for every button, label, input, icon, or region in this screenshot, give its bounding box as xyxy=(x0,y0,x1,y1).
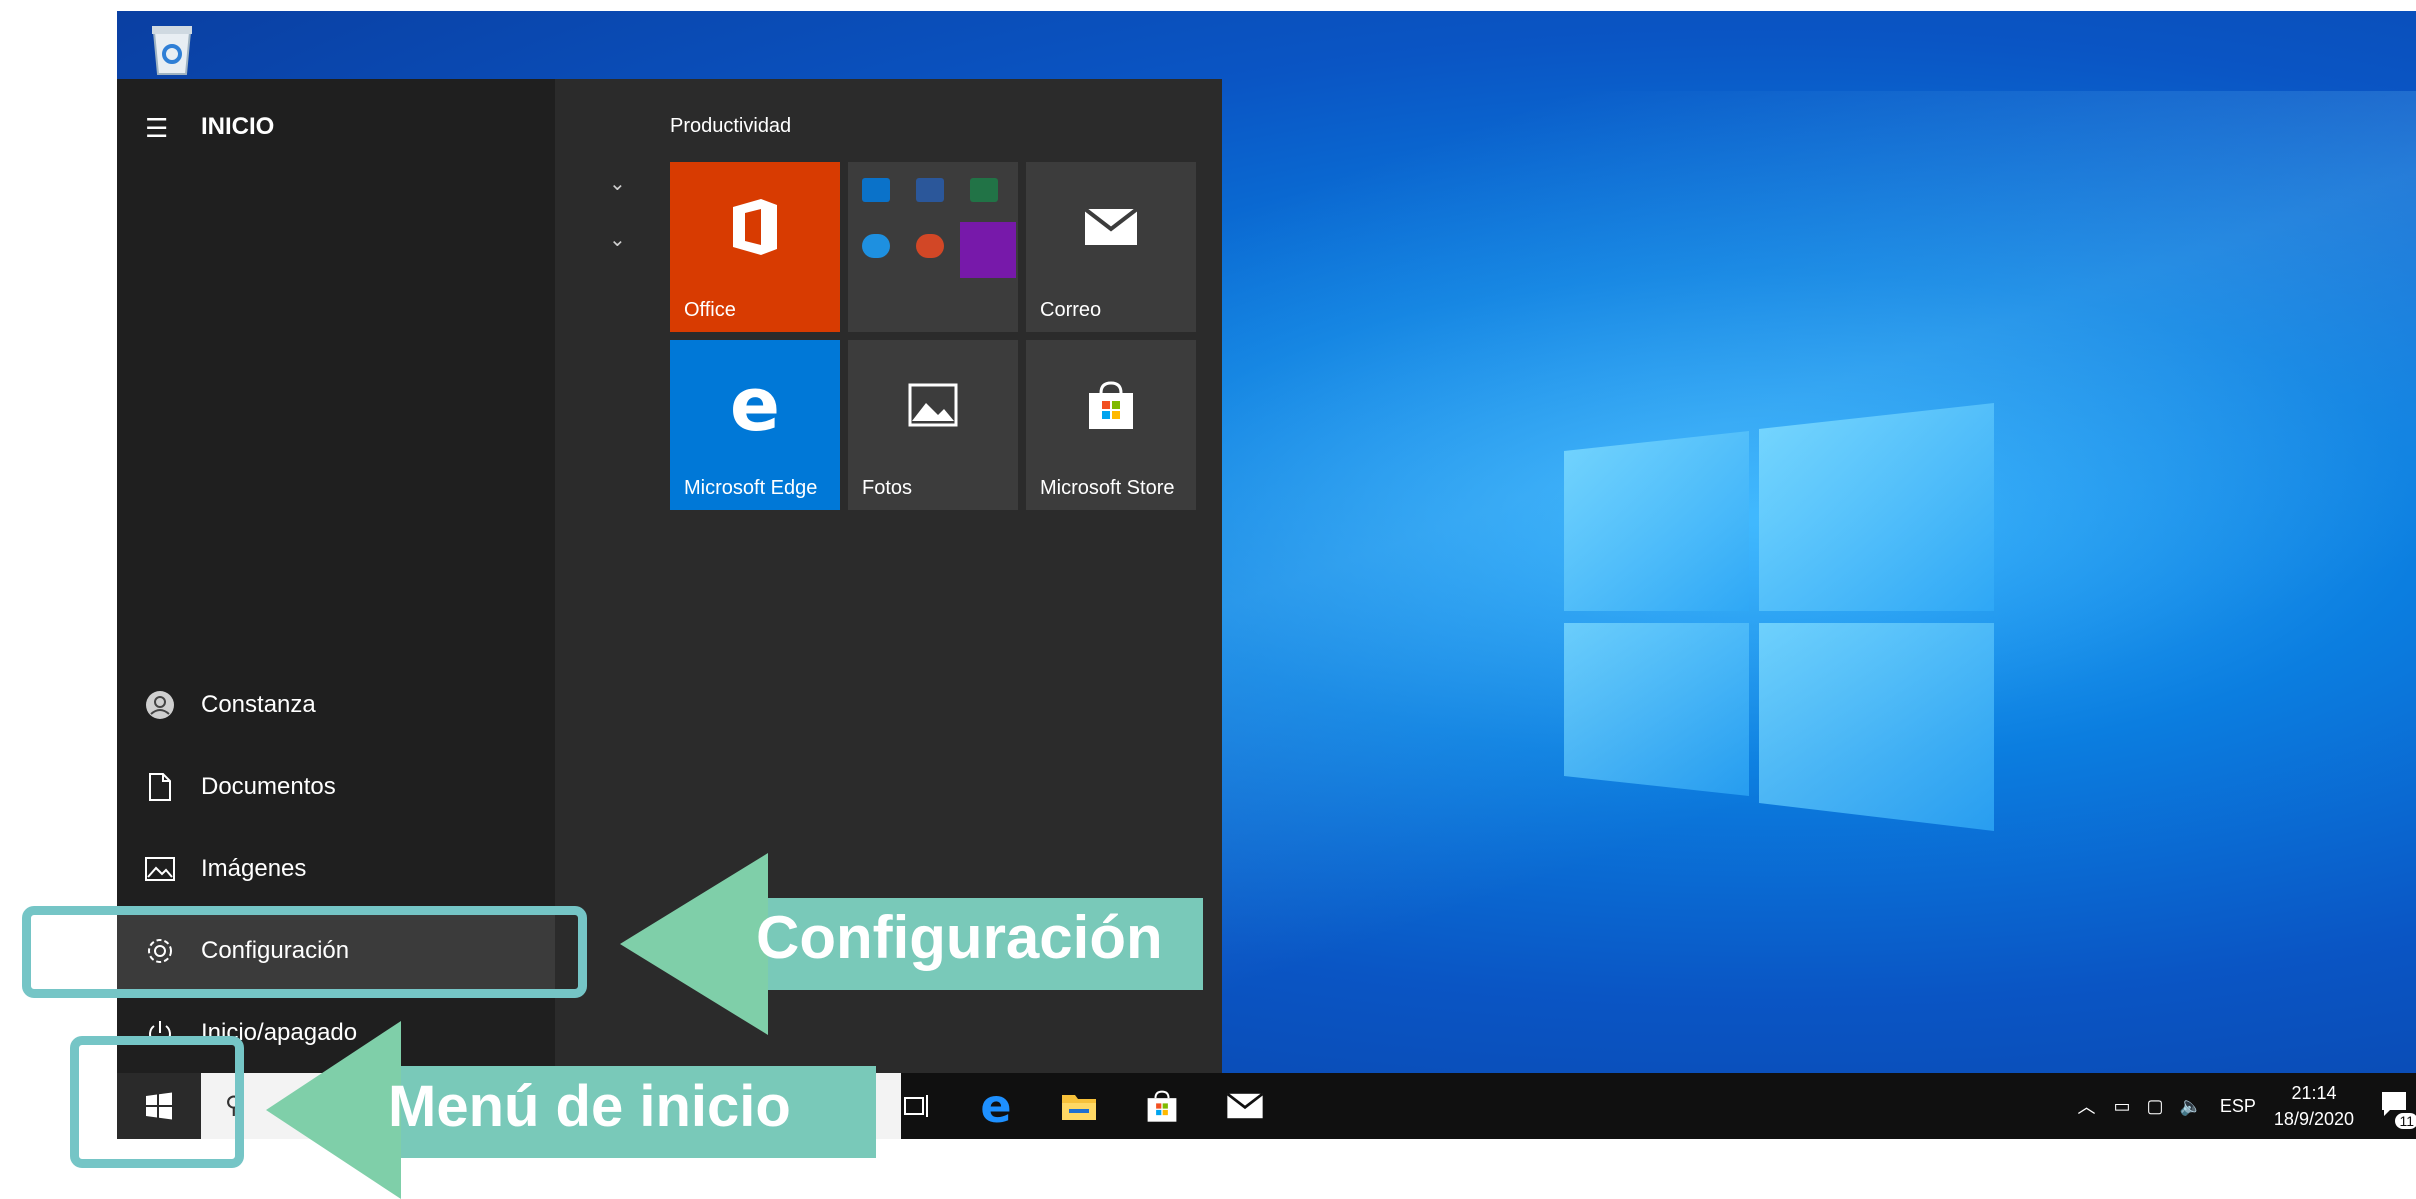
settings-highlight xyxy=(22,906,587,998)
photos-icon xyxy=(848,340,1018,470)
tile-group-title: Productividad xyxy=(670,115,792,137)
language-indicator[interactable]: ESP xyxy=(2220,1096,2256,1117)
store-icon xyxy=(1026,340,1196,470)
rail-item-documents[interactable]: Documentos xyxy=(117,748,555,826)
excel-icon xyxy=(970,178,998,202)
settings-callout: Configuración xyxy=(756,904,1163,971)
store-taskbar-icon[interactable] xyxy=(1132,1073,1192,1139)
volume-icon[interactable]: 🔈 xyxy=(2179,1096,2201,1117)
mail-taskbar-icon[interactable] xyxy=(1215,1073,1275,1139)
rail-item-pictures[interactable]: Imágenes xyxy=(117,830,555,908)
tile-mail[interactable]: Correo xyxy=(1026,162,1196,332)
task-view-icon[interactable] xyxy=(887,1073,947,1139)
tile-store[interactable]: Microsoft Store xyxy=(1026,340,1196,510)
clock-date: 18/9/2020 xyxy=(2273,1109,2354,1129)
rail-item-label: Imágenes xyxy=(201,855,307,882)
tile-photos[interactable]: Fotos xyxy=(848,340,1018,510)
windows-logo-wallpaper xyxy=(1564,403,1994,831)
pictures-icon xyxy=(145,857,175,881)
clock[interactable]: 21:14 18/9/2020 xyxy=(2274,1080,2354,1132)
tile-label: Microsoft Edge xyxy=(684,477,818,499)
chevron-down-icon[interactable]: ⌄ xyxy=(609,171,626,196)
powerpoint-icon xyxy=(916,234,944,258)
word-icon xyxy=(916,178,944,202)
notification-count: 11 xyxy=(2395,1112,2416,1129)
clock-time: 21:14 xyxy=(2291,1083,2337,1103)
mail-icon xyxy=(1026,162,1196,292)
tile-label: Correo xyxy=(1040,299,1102,321)
notifications-icon[interactable]: 11 xyxy=(2380,1090,2416,1129)
edge-icon: e xyxy=(729,362,781,448)
tile-office-apps-folder[interactable] xyxy=(848,162,1018,332)
tile-office[interactable]: Office xyxy=(670,162,840,332)
tile-label: Office xyxy=(684,299,736,321)
user-icon xyxy=(145,690,175,720)
chevron-up-icon[interactable]: ︿ xyxy=(2077,1093,2095,1119)
chevron-down-icon[interactable]: ⌄ xyxy=(609,227,626,252)
document-icon xyxy=(145,772,175,802)
tile-label: Fotos xyxy=(862,477,913,499)
tile-label: Microsoft Store xyxy=(1040,477,1175,499)
battery-icon[interactable]: ▭ xyxy=(2113,1096,2130,1117)
edge-taskbar-icon[interactable]: e xyxy=(966,1073,1026,1139)
rail-item-label: Documentos xyxy=(201,773,336,800)
start-highlight xyxy=(70,1036,244,1168)
recycle-bin-icon[interactable] xyxy=(148,22,196,76)
onenote-icon xyxy=(960,222,1016,278)
file-explorer-icon[interactable] xyxy=(1049,1073,1109,1139)
outlook-icon xyxy=(862,178,890,202)
start-callout: Menú de inicio xyxy=(388,1074,791,1139)
rail-item-label: Constanza xyxy=(201,691,316,718)
system-tray: ︿ ▭ ▢ 🔈 ESP 21:14 18/9/2020 11 xyxy=(2077,1073,2416,1139)
tile-edge[interactable]: e Microsoft Edge xyxy=(670,340,840,510)
onedrive-icon xyxy=(862,234,890,258)
network-icon[interactable]: ▢ xyxy=(2146,1096,2163,1117)
office-icon xyxy=(670,162,840,292)
hamburger-icon[interactable]: ☰ xyxy=(145,113,168,144)
start-menu-title: INICIO xyxy=(201,113,275,140)
rail-item-user[interactable]: Constanza xyxy=(117,666,555,744)
